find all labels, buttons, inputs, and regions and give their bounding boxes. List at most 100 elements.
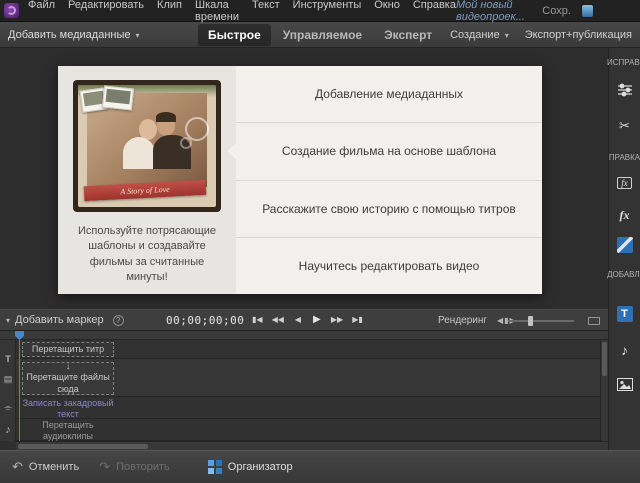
transitions-icon[interactable]: [614, 236, 636, 254]
toolbar-right: Создание ▾ Экспорт+публикация: [450, 29, 632, 41]
tab-quick[interactable]: Быстрое: [198, 24, 271, 46]
menu-timeline[interactable]: Шкала времени: [195, 0, 239, 23]
down-arrow-icon: ↓: [66, 362, 71, 372]
step-tell-story-titles[interactable]: Расскажите свою историю с помощью титров: [236, 180, 542, 237]
menu-items: Файл Редактировать Клип Шкала времени Те…: [28, 0, 456, 23]
render-button[interactable]: Рендеринг: [438, 315, 487, 326]
create-label: Создание: [450, 29, 500, 41]
fast-forward-button[interactable]: ▶▶: [331, 315, 343, 324]
undo-button[interactable]: ↶ Отменить: [12, 459, 79, 475]
undo-icon: ↶: [12, 459, 23, 475]
welcome-panel: A Story of Love Используйте потрясающие …: [58, 66, 542, 294]
edit-section-label: ПРАВКА: [609, 153, 640, 162]
export-publish-button[interactable]: Экспорт+публикация: [525, 29, 632, 41]
h-scrollbar-handle[interactable]: [18, 444, 148, 449]
organizer-label: Организатор: [228, 461, 293, 473]
help-icon[interactable]: ?: [113, 315, 124, 326]
drag-files-dropzone[interactable]: ↓ Перетащите файлы сюда: [22, 362, 114, 395]
organizer-grid-icon: [208, 460, 222, 474]
marker-caret-icon: ▾: [6, 316, 10, 325]
playhead-line: [19, 333, 20, 441]
graphics-icon[interactable]: [614, 375, 636, 393]
menubar-right: Мой новый видеопроек... Сохр.: [456, 0, 640, 23]
add-media-label: Добавить медиаданные: [8, 29, 131, 41]
go-to-start-button[interactable]: ▮◀: [252, 315, 263, 324]
narration-mic-icon: ⌯: [0, 402, 16, 413]
add-section-label: ДОБАВЛ.: [607, 270, 640, 279]
effects-icon[interactable]: fx: [614, 174, 636, 192]
monitor-area: A Story of Love Используйте потрясающие …: [0, 48, 608, 309]
transport-controls: ▮◀ ◀◀ ◀ ▶ ▶▶ ▶▮: [252, 314, 363, 325]
menu-tools[interactable]: Инструменты: [293, 0, 362, 23]
applied-effects-icon[interactable]: fx: [614, 206, 636, 224]
redo-button[interactable]: ↷ Повторить: [99, 459, 170, 475]
menu-edit[interactable]: Редактировать: [68, 0, 144, 23]
add-marker-label: Добавить маркер: [15, 314, 104, 326]
title-letter: T: [621, 308, 628, 320]
chevron-down-icon: ▾: [136, 31, 140, 40]
redo-label: Повторить: [116, 461, 170, 473]
app-logo-icon: [4, 3, 19, 18]
save-status[interactable]: Сохр.: [542, 5, 571, 17]
polaroid-photo: [102, 85, 134, 110]
timeline-ruler[interactable]: [0, 331, 608, 340]
organizer-button[interactable]: Организатор: [208, 460, 293, 474]
zoom-slider[interactable]: [508, 320, 574, 322]
fx-glyph: fx: [620, 208, 630, 223]
step-back-button[interactable]: ◀: [293, 315, 303, 324]
tab-expert[interactable]: Эксперт: [374, 24, 442, 46]
title-track-icon: T: [0, 354, 16, 364]
step-pointer-arrow: [227, 142, 237, 160]
export-publish-label: Экспорт+публикация: [525, 29, 632, 41]
timeline-toolbar: ▾ Добавить маркер ? 00;00;00;00 ▮◀ ◀◀ ◀ …: [0, 309, 608, 331]
titles-icon[interactable]: T: [614, 305, 636, 323]
timeline-horizontal-scrollbar[interactable]: [16, 441, 608, 450]
drag-audio-dropzone[interactable]: Перетащить аудиоклипы: [22, 422, 114, 440]
right-action-bar: ИСПРАВ. ✂ ПРАВКА fx fx ДОБАВЛ. T ♪: [608, 48, 640, 450]
add-media-button[interactable]: Добавить медиаданные ▾: [8, 29, 140, 41]
record-narration-link[interactable]: Записать закадровый текст: [22, 400, 114, 418]
chevron-down-icon: ▾: [505, 31, 509, 40]
menu-clip[interactable]: Клип: [157, 0, 182, 23]
zoom-slider-handle[interactable]: [528, 316, 533, 326]
step-create-movie[interactable]: Создание фильма на основе шаблона: [236, 122, 542, 179]
timeline-vertical-scrollbar[interactable]: [600, 340, 608, 441]
drag-title-dropzone[interactable]: Перетащить титр: [22, 342, 114, 357]
step-add-media[interactable]: Добавление медиаданных: [236, 66, 542, 122]
timeline-panel: T ▤ ⌯ ♪ Перетащить титр ↓ Перетащите фай…: [0, 331, 608, 450]
redo-icon: ↷: [99, 459, 110, 475]
step-learn-editing[interactable]: Научитесь редактировать видео: [236, 237, 542, 294]
adjust-icon[interactable]: [614, 81, 636, 99]
smart-trim-scissors-icon[interactable]: ✂: [614, 117, 636, 135]
menu-file[interactable]: Файл: [28, 0, 55, 23]
welcome-steps-list: Добавление медиаданных Создание фильма н…: [236, 66, 542, 294]
project-name: Мой новый видеопроек...: [456, 0, 532, 23]
audio-track-icon: ♪: [0, 424, 16, 436]
tab-guided[interactable]: Управляемое: [273, 24, 372, 46]
template-preview-photo: A Story of Love: [73, 80, 221, 212]
menu-help[interactable]: Справка: [413, 0, 456, 23]
elements-membership-icon[interactable]: [581, 4, 594, 18]
add-marker-button[interactable]: ▾ Добавить маркер ?: [6, 314, 124, 326]
go-to-end-button[interactable]: ▶▮: [352, 315, 363, 324]
welcome-caption: Используйте потрясающие шаблоны и создав…: [70, 224, 224, 286]
v-scrollbar-handle[interactable]: [602, 342, 607, 376]
mode-toolbar: Добавить медиаданные ▾ Быстрое Управляем…: [0, 22, 640, 48]
drag-files-label: Перетащите файлы сюда: [23, 372, 113, 395]
undo-label: Отменить: [29, 461, 79, 473]
ribbon-text: A Story of Love: [120, 185, 170, 197]
music-icon[interactable]: ♪: [614, 341, 636, 359]
menu-text[interactable]: Текст: [252, 0, 280, 23]
fix-section-label: ИСПРАВ.: [607, 58, 640, 67]
mode-tabs: Быстрое Управляемое Эксперт: [198, 22, 442, 48]
rewind-button[interactable]: ◀◀: [272, 315, 284, 324]
create-button[interactable]: Создание ▾: [450, 29, 509, 41]
swirl-ornament-small: [180, 137, 192, 149]
timecode-display[interactable]: 00;00;00;00: [166, 314, 244, 327]
fit-to-window-icon[interactable]: [588, 317, 600, 325]
bottom-bar: ↶ Отменить ↷ Повторить Организатор: [0, 450, 640, 483]
play-button[interactable]: ▶: [312, 314, 322, 325]
video-track-icon: ▤: [0, 374, 16, 385]
fx-boxed-glyph: fx: [617, 177, 632, 189]
menu-window[interactable]: Окно: [374, 0, 400, 23]
